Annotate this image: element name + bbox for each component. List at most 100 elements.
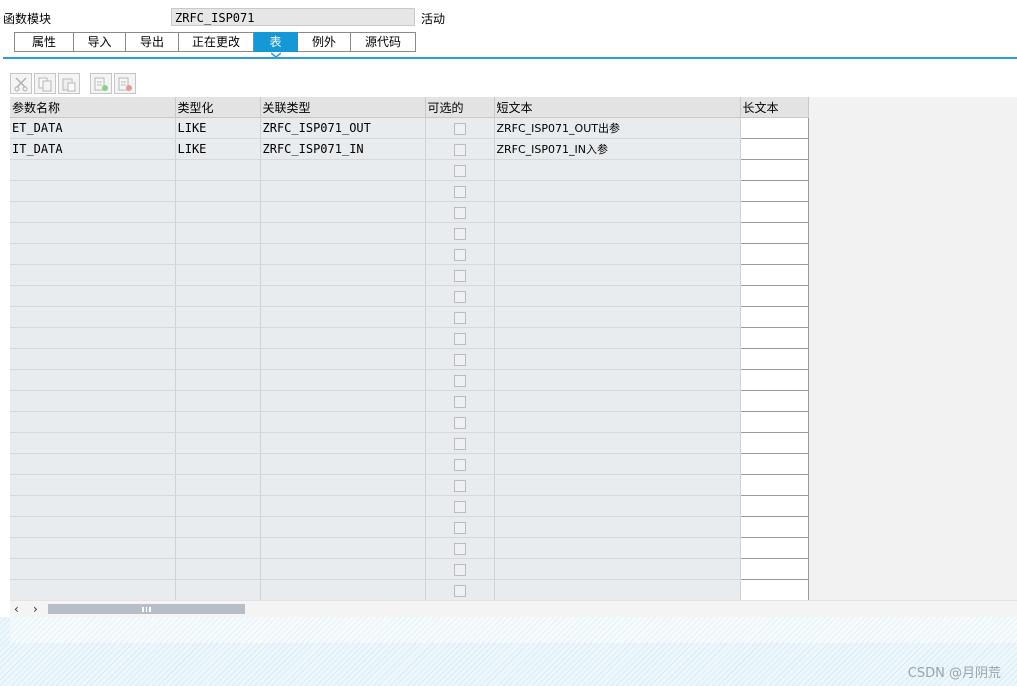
short-text-cell[interactable] <box>494 264 741 286</box>
short-text-cell[interactable] <box>494 558 741 580</box>
typing-cell[interactable] <box>175 180 261 202</box>
ref-type-cell[interactable] <box>260 516 426 538</box>
typing-cell[interactable] <box>175 201 261 223</box>
column-header-short-text[interactable]: 短文本 <box>494 97 741 118</box>
optional-checkbox[interactable] <box>453 584 466 597</box>
ref-type-cell[interactable] <box>260 558 426 580</box>
ref-type-cell[interactable] <box>260 474 426 496</box>
param-name-cell[interactable] <box>10 348 176 370</box>
typing-cell[interactable] <box>175 537 261 559</box>
typing-cell[interactable] <box>175 558 261 580</box>
param-name-cell[interactable]: IT_DATA <box>10 138 176 160</box>
ref-type-cell[interactable] <box>260 390 426 412</box>
short-text-cell[interactable] <box>494 411 741 433</box>
short-text-cell[interactable] <box>494 285 741 307</box>
tab-attributes[interactable]: 属性 <box>14 32 74 52</box>
typing-cell[interactable] <box>175 327 261 349</box>
ref-type-cell[interactable] <box>260 285 426 307</box>
short-text-cell[interactable] <box>494 348 741 370</box>
ref-type-cell[interactable] <box>260 201 426 223</box>
param-name-cell[interactable] <box>10 516 176 538</box>
ref-type-cell[interactable] <box>260 369 426 391</box>
optional-checkbox[interactable] <box>453 332 466 345</box>
optional-checkbox[interactable] <box>453 479 466 492</box>
typing-cell[interactable] <box>175 453 261 475</box>
ref-type-cell[interactable]: ZRFC_ISP071_IN <box>260 138 426 160</box>
typing-cell[interactable] <box>175 411 261 433</box>
param-name-cell[interactable] <box>10 474 176 496</box>
typing-cell[interactable] <box>175 243 261 265</box>
short-text-cell[interactable] <box>494 159 741 181</box>
optional-checkbox[interactable] <box>453 311 466 324</box>
optional-checkbox[interactable] <box>453 500 466 513</box>
short-text-cell[interactable] <box>494 579 741 601</box>
param-name-cell[interactable] <box>10 369 176 391</box>
optional-checkbox[interactable] <box>453 122 466 135</box>
typing-cell[interactable] <box>175 159 261 181</box>
tab-import[interactable]: 导入 <box>74 32 126 52</box>
short-text-cell[interactable] <box>494 369 741 391</box>
ref-type-cell[interactable] <box>260 537 426 559</box>
param-name-cell[interactable] <box>10 180 176 202</box>
short-text-cell[interactable] <box>494 432 741 454</box>
short-text-cell[interactable] <box>494 327 741 349</box>
long-text-button[interactable] <box>741 224 807 242</box>
paste-button[interactable] <box>58 73 80 94</box>
ref-type-cell[interactable] <box>260 327 426 349</box>
delete-row-button[interactable] <box>114 73 136 94</box>
long-text-button[interactable] <box>741 287 807 305</box>
typing-cell[interactable] <box>175 474 261 496</box>
ref-type-cell[interactable] <box>260 432 426 454</box>
param-name-cell[interactable] <box>10 222 176 244</box>
scroll-thumb[interactable] <box>48 604 245 614</box>
typing-cell[interactable] <box>175 579 261 601</box>
column-header-param-name[interactable]: 参数名称 <box>10 97 176 118</box>
ref-type-cell[interactable] <box>260 579 426 601</box>
optional-checkbox[interactable] <box>453 290 466 303</box>
param-name-cell[interactable] <box>10 159 176 181</box>
ref-type-cell[interactable]: ZRFC_ISP071_OUT <box>260 117 426 139</box>
short-text-cell[interactable]: ZRFC_ISP071_OUT出参 <box>494 117 741 139</box>
optional-checkbox[interactable] <box>453 542 466 555</box>
short-text-cell[interactable] <box>494 537 741 559</box>
optional-checkbox[interactable] <box>453 248 466 261</box>
column-header-optional[interactable]: 可选的 <box>425 97 495 118</box>
optional-checkbox[interactable] <box>453 374 466 387</box>
long-text-button[interactable] <box>741 476 807 494</box>
typing-cell[interactable]: LIKE <box>175 117 261 139</box>
long-text-button[interactable] <box>741 455 807 473</box>
typing-cell[interactable] <box>175 432 261 454</box>
param-name-cell[interactable] <box>10 201 176 223</box>
typing-cell[interactable]: LIKE <box>175 138 261 160</box>
typing-cell[interactable] <box>175 285 261 307</box>
long-text-button[interactable] <box>741 119 807 137</box>
long-text-button[interactable] <box>741 161 807 179</box>
optional-checkbox[interactable] <box>453 416 466 429</box>
optional-checkbox[interactable] <box>453 227 466 240</box>
typing-cell[interactable] <box>175 390 261 412</box>
ref-type-cell[interactable] <box>260 243 426 265</box>
long-text-button[interactable] <box>741 140 807 158</box>
tab-tables[interactable]: 表 <box>254 32 298 52</box>
optional-checkbox[interactable] <box>453 458 466 471</box>
tab-export[interactable]: 导出 <box>126 32 179 52</box>
param-name-cell[interactable] <box>10 432 176 454</box>
short-text-cell[interactable] <box>494 516 741 538</box>
param-name-cell[interactable] <box>10 327 176 349</box>
param-name-cell[interactable] <box>10 243 176 265</box>
typing-cell[interactable] <box>175 222 261 244</box>
short-text-cell[interactable] <box>494 495 741 517</box>
scroll-left-icon[interactable]: ‹ <box>14 602 19 616</box>
ref-type-cell[interactable] <box>260 264 426 286</box>
optional-checkbox[interactable] <box>453 563 466 576</box>
param-name-cell[interactable] <box>10 390 176 412</box>
ref-type-cell[interactable] <box>260 159 426 181</box>
short-text-cell[interactable] <box>494 390 741 412</box>
long-text-button[interactable] <box>741 539 807 557</box>
short-text-cell[interactable]: ZRFC_ISP071_IN入参 <box>494 138 741 160</box>
optional-checkbox[interactable] <box>453 206 466 219</box>
long-text-button[interactable] <box>741 308 807 326</box>
ref-type-cell[interactable] <box>260 453 426 475</box>
tab-changing[interactable]: 正在更改 <box>179 32 254 52</box>
long-text-button[interactable] <box>741 329 807 347</box>
